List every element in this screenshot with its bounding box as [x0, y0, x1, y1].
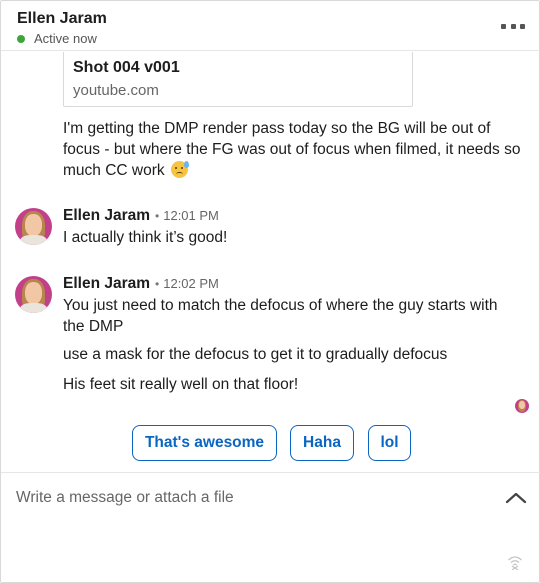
conversation-header[interactable]: Ellen Jaram Active now	[1, 1, 540, 51]
read-receipt-avatar	[515, 399, 529, 413]
message-sender-row: Ellen Jaram • 12:01 PM	[63, 207, 219, 225]
message-list[interactable]: Shot 004 v001 youtube.com I'm getting th…	[1, 52, 540, 472]
more-options-button[interactable]	[501, 19, 525, 33]
messaging-window: Ellen Jaram Active now Shot 004 v001 you…	[0, 0, 540, 583]
ellipsis-icon	[501, 23, 506, 29]
status-text: Active now	[34, 31, 97, 46]
link-preview-card[interactable]: Shot 004 v001 youtube.com	[63, 52, 413, 107]
message-text: use a mask for the defocus to get it to …	[63, 346, 448, 363]
message-timestamp: 12:02 PM	[163, 276, 219, 291]
separator-dot: •	[155, 277, 160, 291]
connection-status-icon	[508, 556, 522, 570]
sender-avatar[interactable]	[15, 208, 52, 245]
anxious-sweat-face-emoji-icon	[170, 161, 189, 178]
quick-reply-lol[interactable]: lol	[368, 425, 411, 461]
quick-reply-thats-awesome[interactable]: That's awesome	[132, 425, 277, 461]
message-sender-row: Ellen Jaram • 12:02 PM	[63, 275, 219, 293]
sender-name[interactable]: Ellen Jaram	[63, 207, 150, 225]
suggested-replies: That's awesome Haha lol	[1, 425, 540, 462]
chevron-up-icon[interactable]	[505, 491, 527, 505]
active-status-dot-icon	[17, 34, 25, 43]
quick-reply-haha[interactable]: Haha	[290, 425, 354, 461]
link-preview-title: Shot 004 v001	[73, 59, 180, 76]
message-composer	[1, 472, 540, 583]
message-text: I'm getting the DMP render pass today so…	[63, 120, 521, 179]
contact-name[interactable]: Ellen Jaram	[17, 10, 107, 28]
sender-avatar[interactable]	[15, 276, 52, 313]
sender-name[interactable]: Ellen Jaram	[63, 275, 150, 293]
message-input[interactable]	[16, 487, 486, 509]
message-text: I actually think it’s good!	[63, 229, 228, 246]
message-text: His feet sit really well on that floor!	[63, 376, 299, 393]
message-timestamp: 12:01 PM	[163, 208, 219, 223]
separator-dot: •	[155, 209, 160, 223]
presence-status: Active now	[17, 31, 97, 46]
message-text: You just need to match the defocus of wh…	[63, 297, 498, 335]
link-preview-domain: youtube.com	[73, 82, 159, 99]
message-body: I'm getting the DMP render pass today so…	[63, 118, 523, 181]
